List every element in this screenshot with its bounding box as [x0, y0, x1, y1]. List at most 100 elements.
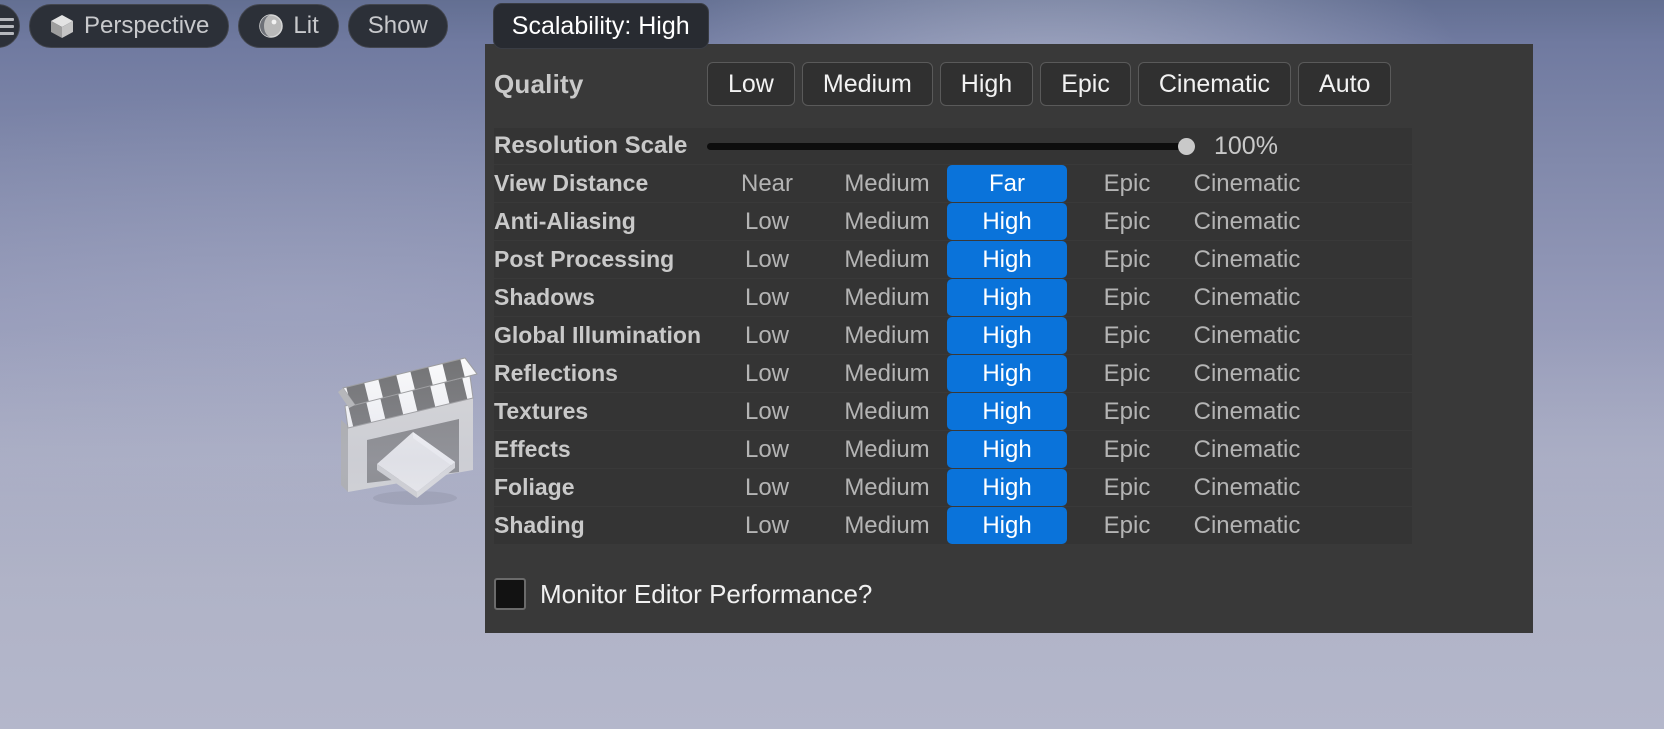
setting-option[interactable]: Epic [1067, 469, 1187, 506]
setting-option[interactable]: Cinematic [1187, 203, 1307, 240]
setting-option[interactable]: Cinematic [1187, 279, 1307, 316]
setting-option[interactable]: Medium [827, 469, 947, 506]
setting-options: LowMediumHighEpicCinematic [707, 317, 1307, 354]
quality-preset-low-button[interactable]: Low [707, 62, 795, 106]
viewport-toolbar: Perspective Lit Show Scalability: High [0, 0, 709, 52]
setting-option-selected[interactable]: High [947, 431, 1067, 468]
show-button[interactable]: Show [348, 4, 448, 48]
setting-row: TexturesLowMediumHighEpicCinematic [494, 393, 1412, 430]
setting-option-selected[interactable]: High [947, 279, 1067, 316]
setting-row: Post ProcessingLowMediumHighEpicCinemati… [494, 241, 1412, 278]
clapperboard-actor[interactable] [337, 352, 487, 507]
quality-preset-row: Quality LowMediumHighEpicCinematicAuto [485, 44, 1533, 124]
setting-option[interactable]: Epic [1067, 507, 1187, 544]
setting-row: Global IlluminationLowMediumHighEpicCine… [494, 317, 1412, 354]
setting-option[interactable]: Medium [827, 165, 947, 202]
setting-option[interactable]: Medium [827, 355, 947, 392]
setting-option[interactable]: Low [707, 241, 827, 278]
setting-option-selected[interactable]: High [947, 203, 1067, 240]
setting-option-selected[interactable]: Far [947, 165, 1067, 202]
hamburger-menu-icon [0, 18, 14, 35]
setting-option[interactable]: Cinematic [1187, 241, 1307, 278]
setting-option[interactable]: Epic [1067, 317, 1187, 354]
quality-preset-cinematic-button[interactable]: Cinematic [1138, 62, 1291, 106]
setting-name: View Distance [494, 170, 707, 197]
setting-option-selected[interactable]: High [947, 317, 1067, 354]
sphere-lighting-icon [258, 13, 284, 39]
lit-label: Lit [293, 12, 318, 40]
setting-option[interactable]: Low [707, 507, 827, 544]
setting-option-selected[interactable]: High [947, 241, 1067, 278]
perspective-label: Perspective [84, 12, 209, 40]
setting-option[interactable]: Low [707, 469, 827, 506]
setting-option-selected[interactable]: High [947, 469, 1067, 506]
scalability-tab-label: Scalability: High [512, 12, 690, 41]
setting-option[interactable]: Epic [1067, 393, 1187, 430]
setting-option[interactable]: Low [707, 431, 827, 468]
setting-option[interactable]: Medium [827, 241, 947, 278]
setting-option-selected[interactable]: High [947, 393, 1067, 430]
setting-option[interactable]: Cinematic [1187, 469, 1307, 506]
quality-preset-medium-button[interactable]: Medium [802, 62, 933, 106]
setting-row: EffectsLowMediumHighEpicCinematic [494, 431, 1412, 468]
scalability-tab[interactable]: Scalability: High [493, 3, 709, 49]
resolution-scale-row: Resolution Scale 100% [494, 128, 1412, 164]
monitor-editor-performance-row[interactable]: Monitor Editor Performance? [494, 574, 1094, 614]
setting-option[interactable]: Cinematic [1187, 355, 1307, 392]
setting-name: Post Processing [494, 246, 707, 273]
setting-option-selected[interactable]: High [947, 507, 1067, 544]
setting-row: View DistanceNearMediumFarEpicCinematic [494, 165, 1412, 202]
quality-preset-high-button[interactable]: High [940, 62, 1033, 106]
setting-name: Textures [494, 398, 707, 425]
scalability-settings-rows: View DistanceNearMediumFarEpicCinematicA… [494, 165, 1412, 545]
setting-option[interactable]: Low [707, 279, 827, 316]
setting-option[interactable]: Medium [827, 279, 947, 316]
setting-option[interactable]: Epic [1067, 431, 1187, 468]
setting-options: LowMediumHighEpicCinematic [707, 393, 1307, 430]
setting-options: LowMediumHighEpicCinematic [707, 431, 1307, 468]
resolution-scale-label: Resolution Scale [494, 132, 707, 160]
setting-option[interactable]: Low [707, 355, 827, 392]
setting-option[interactable]: Medium [827, 393, 947, 430]
setting-option-selected[interactable]: High [947, 355, 1067, 392]
setting-name: Shadows [494, 284, 707, 311]
setting-option[interactable]: Epic [1067, 165, 1187, 202]
setting-option[interactable]: Medium [827, 317, 947, 354]
resolution-scale-value: 100% [1214, 132, 1278, 161]
setting-option[interactable]: Cinematic [1187, 165, 1307, 202]
setting-option[interactable]: Cinematic [1187, 431, 1307, 468]
setting-option[interactable]: Epic [1067, 355, 1187, 392]
resolution-scale-slider[interactable] [707, 128, 1193, 164]
monitor-editor-performance-label: Monitor Editor Performance? [540, 579, 872, 610]
setting-option[interactable]: Cinematic [1187, 393, 1307, 430]
setting-option[interactable]: Epic [1067, 203, 1187, 240]
setting-row: FoliageLowMediumHighEpicCinematic [494, 469, 1412, 506]
setting-options: LowMediumHighEpicCinematic [707, 469, 1307, 506]
setting-option[interactable]: Low [707, 203, 827, 240]
setting-options: LowMediumHighEpicCinematic [707, 203, 1307, 240]
setting-option[interactable]: Medium [827, 507, 947, 544]
setting-option[interactable]: Epic [1067, 279, 1187, 316]
viewport-menu-button[interactable] [0, 4, 20, 48]
setting-option[interactable]: Low [707, 317, 827, 354]
setting-row: ShadowsLowMediumHighEpicCinematic [494, 279, 1412, 316]
lit-button[interactable]: Lit [238, 4, 338, 48]
setting-row: ShadingLowMediumHighEpicCinematic [494, 507, 1412, 544]
setting-option[interactable]: Cinematic [1187, 507, 1307, 544]
setting-options: LowMediumHighEpicCinematic [707, 507, 1307, 544]
setting-option[interactable]: Epic [1067, 241, 1187, 278]
setting-option[interactable]: Low [707, 393, 827, 430]
quality-preset-auto-button[interactable]: Auto [1298, 62, 1391, 106]
setting-row: ReflectionsLowMediumHighEpicCinematic [494, 355, 1412, 392]
setting-options: LowMediumHighEpicCinematic [707, 355, 1307, 392]
setting-option[interactable]: Medium [827, 431, 947, 468]
setting-option[interactable]: Cinematic [1187, 317, 1307, 354]
slider-handle[interactable] [1178, 138, 1195, 155]
level-viewport[interactable]: Perspective Lit Show Scalability: High Q… [0, 0, 1664, 729]
monitor-editor-performance-checkbox[interactable] [494, 578, 526, 610]
setting-option[interactable]: Near [707, 165, 827, 202]
perspective-button[interactable]: Perspective [29, 4, 229, 48]
setting-option[interactable]: Medium [827, 203, 947, 240]
quality-preset-epic-button[interactable]: Epic [1040, 62, 1131, 106]
setting-row: Anti-AliasingLowMediumHighEpicCinematic [494, 203, 1412, 240]
